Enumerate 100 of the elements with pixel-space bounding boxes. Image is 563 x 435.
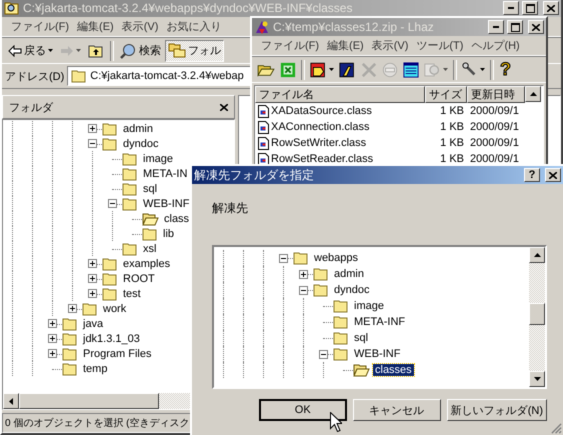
caret-icon bbox=[48, 49, 53, 52]
menu-item[interactable]: ヘルプ(H) bbox=[467, 38, 524, 53]
collapse-icon[interactable] bbox=[108, 199, 117, 208]
tree-item[interactable]: examples bbox=[121, 258, 172, 270]
column-header[interactable]: ファイル名 bbox=[255, 86, 425, 103]
tree-item[interactable]: java bbox=[81, 318, 106, 330]
column-header[interactable]: サイズ bbox=[425, 86, 467, 103]
tree-item[interactable]: META-IN bbox=[141, 168, 190, 180]
minimize-button[interactable] bbox=[503, 1, 519, 15]
scroll-up-icon bbox=[534, 253, 540, 257]
folder-icon bbox=[62, 346, 78, 360]
back-button[interactable]: 戻る bbox=[5, 40, 56, 62]
resize-grip-icon[interactable] bbox=[551, 423, 562, 434]
tree-item[interactable]: admin bbox=[121, 122, 155, 134]
folder-icon bbox=[122, 242, 138, 256]
tree-item[interactable]: WEB-INF bbox=[141, 198, 192, 210]
tree-item[interactable]: admin bbox=[332, 268, 366, 280]
file-name[interactable]: XAConnection.class bbox=[271, 121, 370, 133]
column-header[interactable]: 更新日時 bbox=[467, 86, 525, 103]
folder-icon bbox=[333, 331, 349, 345]
dialog-button[interactable]: OK bbox=[258, 399, 347, 421]
file-name[interactable]: RowSetReader.class bbox=[271, 153, 374, 165]
tree-item[interactable]: dyndoc bbox=[332, 284, 372, 296]
search-icon bbox=[120, 42, 137, 58]
tree-item[interactable]: temp bbox=[81, 362, 110, 374]
maximize-icon bbox=[526, 4, 534, 12]
status-text: 0 個のオブジェクトを選択 (空きディスク bbox=[5, 416, 190, 430]
expand-icon[interactable] bbox=[48, 319, 57, 328]
close-button[interactable] bbox=[528, 20, 544, 34]
folder-icon bbox=[82, 302, 98, 316]
folders-button[interactable]: フォル bbox=[165, 40, 224, 62]
maximize-button[interactable] bbox=[507, 20, 523, 34]
dialog-button[interactable]: 新しいフォルダ(N) bbox=[446, 399, 547, 421]
tree-item[interactable]: image bbox=[352, 300, 386, 312]
address-label: アドレス(D) bbox=[5, 70, 64, 84]
minimize-button[interactable] bbox=[488, 20, 504, 34]
file-name[interactable]: RowSetWriter.class bbox=[271, 137, 366, 149]
tree-item[interactable]: dyndoc bbox=[121, 138, 160, 150]
expand-icon[interactable] bbox=[48, 349, 57, 358]
tree-item[interactable]: webapps bbox=[312, 252, 360, 264]
maximize-button[interactable] bbox=[522, 1, 538, 15]
expand-icon[interactable] bbox=[88, 274, 97, 283]
folder-icon bbox=[102, 272, 118, 286]
tree-item[interactable]: classes bbox=[373, 364, 414, 376]
tree-item[interactable]: work bbox=[101, 302, 128, 314]
menu-item[interactable]: ファイル(F) bbox=[7, 19, 74, 34]
close-icon bbox=[220, 104, 228, 110]
tree-item[interactable]: META-INF bbox=[352, 316, 408, 328]
tree-item[interactable]: class bbox=[162, 212, 192, 224]
folders-icon bbox=[168, 43, 186, 58]
expand-icon[interactable] bbox=[299, 270, 308, 278]
close-button[interactable] bbox=[543, 1, 559, 15]
expand-icon[interactable] bbox=[88, 124, 97, 133]
menu-item[interactable]: 表示(V) bbox=[368, 38, 412, 53]
close-button[interactable] bbox=[545, 168, 561, 182]
open-folder-icon bbox=[257, 62, 275, 76]
folder-icon bbox=[313, 267, 329, 281]
tree-item[interactable]: sql bbox=[141, 182, 160, 194]
tree-item[interactable]: lib bbox=[161, 228, 176, 240]
menu-item[interactable]: 編集(E) bbox=[323, 38, 368, 53]
vertical-scrollbar[interactable] bbox=[529, 247, 545, 387]
caret-icon bbox=[480, 68, 485, 71]
tree-item[interactable]: ROOT bbox=[121, 272, 157, 284]
scroll-thumb[interactable] bbox=[529, 303, 545, 325]
help-button[interactable]: ? bbox=[524, 168, 540, 182]
document-pen-icon bbox=[339, 62, 356, 78]
tree-item[interactable]: sql bbox=[352, 332, 370, 344]
file-size: 1 KB bbox=[440, 121, 464, 133]
close-icon bbox=[549, 172, 557, 178]
folder-search-icon bbox=[4, 1, 20, 15]
file-icon bbox=[258, 136, 269, 150]
tree-item[interactable]: image bbox=[141, 152, 175, 164]
table-icon bbox=[403, 62, 419, 78]
menu-item[interactable]: 表示(V) bbox=[118, 19, 162, 34]
collapse-icon[interactable] bbox=[319, 350, 328, 358]
tree-item[interactable]: jdk1.3.1_03 bbox=[81, 332, 142, 344]
search-button[interactable]: 検索 bbox=[117, 40, 164, 62]
dialog-button[interactable]: キャンセル bbox=[352, 399, 441, 421]
menu-item[interactable]: お気に入り bbox=[162, 19, 226, 34]
menu-item[interactable]: ファイル(F) bbox=[257, 38, 324, 53]
expand-icon[interactable] bbox=[88, 289, 97, 298]
tree-item[interactable]: WEB-INF bbox=[352, 348, 402, 360]
menu-item[interactable]: ツール(T) bbox=[412, 38, 468, 53]
tree-item[interactable]: Program Files bbox=[81, 348, 154, 360]
file-date: 2000/09/1 bbox=[470, 105, 519, 117]
file-size: 1 KB bbox=[440, 105, 464, 117]
collapse-icon[interactable] bbox=[299, 286, 308, 294]
tree-item[interactable]: xsl bbox=[141, 242, 158, 254]
file-name[interactable]: XADataSource.class bbox=[271, 105, 372, 117]
menu-item[interactable]: 編集(E) bbox=[73, 19, 118, 34]
expand-icon[interactable] bbox=[68, 304, 77, 313]
collapse-icon[interactable] bbox=[88, 139, 97, 148]
expand-icon[interactable] bbox=[88, 259, 97, 268]
caret-icon bbox=[443, 68, 448, 71]
tree-item[interactable]: test bbox=[121, 288, 143, 300]
collapse-icon[interactable] bbox=[279, 254, 288, 262]
window-title: C:¥jakarta-tomcat-3.2.4¥webapps¥dyndoc¥WEB-INF¥classes bbox=[23, 1, 352, 15]
expand-icon[interactable] bbox=[48, 334, 57, 343]
folder-icon bbox=[122, 152, 138, 166]
address-field[interactable]: C:¥jakarta-tomcat-3.2.4¥webap bbox=[67, 66, 251, 86]
